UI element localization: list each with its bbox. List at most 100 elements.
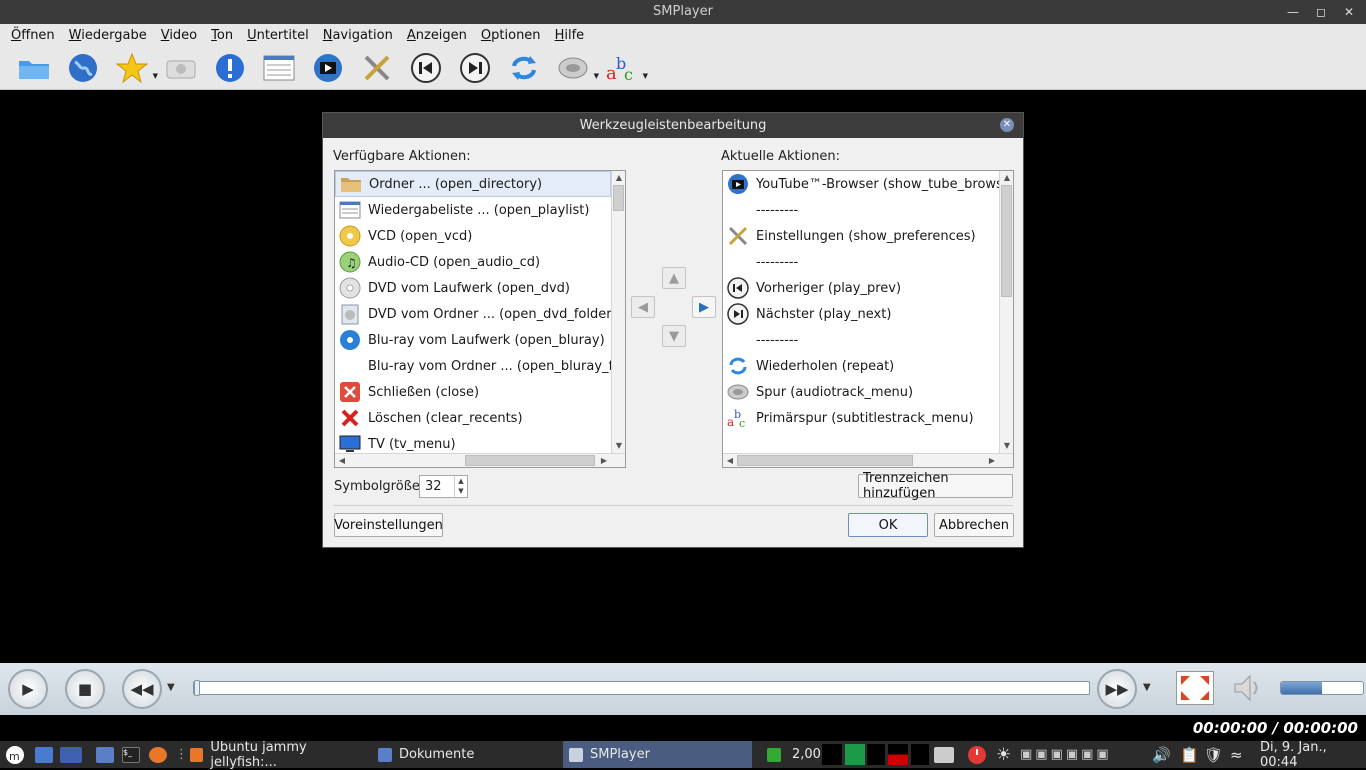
- list-item[interactable]: Vorheriger (play_prev): [723, 275, 999, 301]
- list-item[interactable]: TV (tv_menu): [335, 431, 611, 453]
- list-item-label: Spur (audiotrack_menu): [756, 384, 914, 400]
- list-item[interactable]: ---------: [723, 197, 999, 223]
- task-terminal[interactable]: Ubuntu jammy jellyfish:...: [184, 740, 370, 770]
- terminal-launcher-icon[interactable]: $_: [122, 744, 140, 765]
- list-item[interactable]: ---------: [723, 249, 999, 275]
- forward-button[interactable]: ▶▶: [1097, 669, 1137, 709]
- screenshot-icon[interactable]: [161, 50, 201, 86]
- available-hscrollbar[interactable]: ◀ ▶: [335, 453, 625, 467]
- list-item[interactable]: YouTube™-Browser (show_tube_browser): [723, 171, 999, 197]
- delete-icon: [339, 407, 361, 429]
- list-item[interactable]: VCD (open_vcd): [335, 223, 611, 249]
- menu-anzeigen[interactable]: Anzeigen: [400, 28, 474, 43]
- menu-untertitel[interactable]: Untertitel: [240, 28, 316, 43]
- volume-tray-icon[interactable]: 🔊: [1152, 744, 1171, 765]
- screenshot-launcher-icon[interactable]: [35, 744, 53, 765]
- task-smplayer[interactable]: SMPlayer: [563, 741, 752, 768]
- play-button[interactable]: ▶: [8, 669, 48, 709]
- move-down-button[interactable]: ▼: [662, 325, 686, 347]
- preferences-tools-icon[interactable]: [357, 50, 397, 86]
- list-item[interactable]: a b c Primärspur (subtitlestrack_menu): [723, 405, 999, 431]
- audio-cd-icon: ♫: [339, 251, 361, 273]
- youtube-browser-icon[interactable]: [308, 50, 348, 86]
- add-separator-button[interactable]: Trennzeichen hinzufügen: [858, 471, 1013, 501]
- shield-icon[interactable]: 🛡: [1204, 744, 1223, 765]
- menu-wiedergabe[interactable]: Wiedergabe: [62, 28, 154, 43]
- available-actions-list[interactable]: Ordner ... (open_directory) Wiedergabelis…: [334, 170, 626, 468]
- list-item[interactable]: Einstellungen (show_preferences): [723, 223, 999, 249]
- list-item[interactable]: Wiederholen (repeat): [723, 353, 999, 379]
- audio-track-icon[interactable]: ▼: [553, 50, 599, 86]
- maximize-icon[interactable]: ◻: [1314, 0, 1328, 24]
- list-item[interactable]: ♫ Audio-CD (open_audio_cd): [335, 249, 611, 275]
- move-up-button[interactable]: ▲: [662, 267, 686, 289]
- next-icon[interactable]: [455, 50, 495, 86]
- menu-optionen[interactable]: Optionen: [474, 28, 548, 43]
- globe-icon[interactable]: [63, 50, 103, 86]
- memory-graph: [845, 744, 865, 765]
- ok-button[interactable]: OK: [848, 513, 928, 537]
- stop-button[interactable]: ■: [65, 669, 105, 709]
- defaults-button[interactable]: Voreinstellungen: [334, 513, 443, 537]
- menu-ton[interactable]: Ton: [204, 28, 240, 43]
- list-item[interactable]: Blu-ray vom Laufwerk (open_bluray): [335, 327, 611, 353]
- subtitle-track-icon[interactable]: a b c ▼: [602, 50, 648, 86]
- list-item[interactable]: DVD vom Laufwerk (open_dvd): [335, 275, 611, 301]
- rewind-menu-chevron-down-icon[interactable]: ▼: [167, 682, 175, 693]
- wifi-icon[interactable]: ≈: [1230, 744, 1243, 765]
- list-item[interactable]: ---------: [723, 327, 999, 353]
- icon-size-spinbox[interactable]: 32 ▲ ▼: [419, 475, 468, 498]
- list-item-label: Einstellungen (show_preferences): [756, 228, 976, 244]
- power-icon[interactable]: [967, 744, 987, 765]
- cpu-load-value: 2,00: [792, 747, 821, 762]
- clipboard-icon[interactable]: 📋: [1180, 744, 1199, 765]
- list-item[interactable]: Blu-ray vom Ordner ... (open_bluray_fold…: [335, 353, 611, 379]
- available-vscrollbar[interactable]: ▲ ▼: [611, 171, 625, 453]
- forward-menu-chevron-down-icon[interactable]: ▼: [1143, 682, 1151, 693]
- list-item[interactable]: Ordner ... (open_directory): [335, 171, 611, 197]
- current-hscrollbar[interactable]: ◀ ▶: [723, 453, 1013, 467]
- applet-icons[interactable]: ▣▣▣▣▣▣: [1020, 744, 1112, 765]
- favorites-star-icon[interactable]: ▼: [112, 50, 158, 86]
- menu-öffnen[interactable]: Öffnen: [4, 28, 62, 43]
- menu-video[interactable]: Video: [154, 28, 204, 43]
- menu-navigation[interactable]: Navigation: [316, 28, 400, 43]
- task-documents[interactable]: Dokumente: [372, 741, 562, 768]
- list-item[interactable]: Nächster (play_next): [723, 301, 999, 327]
- list-item[interactable]: DVD vom Ordner ... (open_dvd_folder): [335, 301, 611, 327]
- list-item[interactable]: Wiedergabeliste ... (open_playlist): [335, 197, 611, 223]
- firefox-launcher-icon[interactable]: [149, 744, 167, 765]
- repeat-icon[interactable]: [504, 50, 544, 86]
- files-launcher-icon[interactable]: [96, 744, 114, 765]
- list-item[interactable]: Schließen (close): [335, 379, 611, 405]
- current-vscrollbar[interactable]: ▲ ▼: [999, 171, 1013, 453]
- clock[interactable]: Di, 9. Jan., 00:44: [1260, 740, 1366, 770]
- list-item[interactable]: Spur (audiotrack_menu): [723, 379, 999, 405]
- rewind-button[interactable]: ◀◀: [122, 669, 162, 709]
- move-left-button[interactable]: ◀: [631, 296, 655, 318]
- playlist-icon[interactable]: [259, 50, 299, 86]
- cancel-button[interactable]: Abbrechen: [934, 513, 1014, 537]
- fullscreen-button[interactable]: [1176, 671, 1214, 705]
- folder-icon[interactable]: [14, 50, 54, 86]
- show-desktop-icon[interactable]: [60, 744, 82, 765]
- move-right-button[interactable]: ▶: [692, 296, 716, 318]
- current-actions-list[interactable]: YouTube™-Browser (show_tube_browser) ----…: [722, 170, 1014, 468]
- list-item-label: Blu-ray vom Ordner ... (open_bluray_fold…: [368, 358, 611, 374]
- minimize-icon[interactable]: —: [1286, 0, 1300, 24]
- svg-text:c: c: [739, 417, 745, 429]
- dialog-close-icon[interactable]: ✕: [1000, 118, 1014, 132]
- seek-slider[interactable]: [193, 680, 1090, 696]
- info-icon[interactable]: [210, 50, 250, 86]
- brightness-icon[interactable]: ☀: [996, 744, 1011, 765]
- list-item-label: ---------: [756, 254, 799, 270]
- seek-handle[interactable]: [194, 680, 200, 696]
- mute-button[interactable]: [1232, 673, 1264, 707]
- workspace-switcher-icon[interactable]: [934, 744, 954, 765]
- menu-launcher-icon[interactable]: m: [5, 744, 25, 765]
- volume-slider[interactable]: [1280, 681, 1364, 695]
- menu-hilfe[interactable]: Hilfe: [548, 28, 592, 43]
- close-icon[interactable]: ✕: [1342, 0, 1356, 24]
- previous-icon[interactable]: [406, 50, 446, 86]
- list-item[interactable]: Löschen (clear_recents): [335, 405, 611, 431]
